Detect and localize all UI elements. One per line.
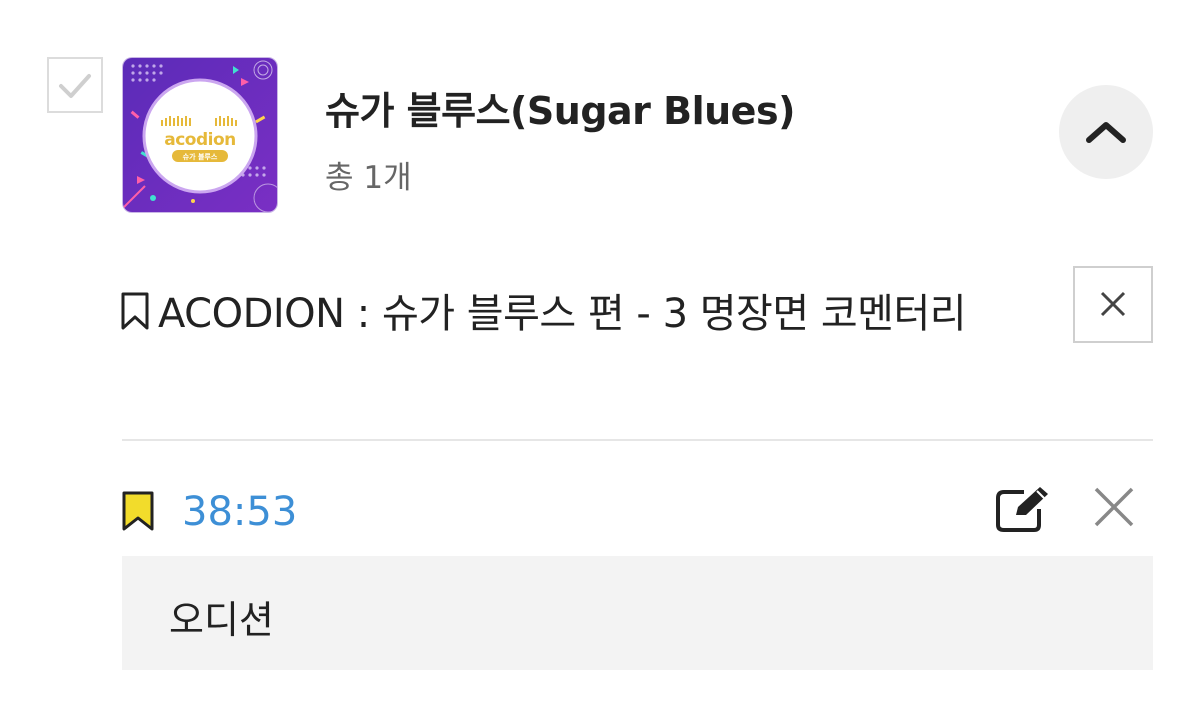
select-checkbox[interactable]	[47, 57, 103, 113]
chevron-up-icon	[1086, 122, 1126, 143]
edit-icon	[996, 487, 1048, 532]
episode-count: 총 1개	[325, 160, 412, 196]
remove-episode-button[interactable]	[1073, 266, 1153, 343]
divider	[122, 439, 1153, 441]
svg-text:슈가 블루스: 슈가 블루스	[183, 152, 218, 161]
collapse-button[interactable]	[1059, 85, 1153, 179]
bookmark-flag-icon	[122, 491, 154, 531]
album-title: 슈가 블루스(Sugar Blues)	[325, 89, 795, 133]
bookmark-memo: 오디션	[122, 556, 1153, 670]
delete-bookmark-button[interactable]	[1092, 485, 1136, 529]
bookmark-outline-icon	[121, 292, 149, 330]
svg-text:acodion: acodion	[164, 130, 236, 150]
edit-button[interactable]	[994, 485, 1054, 533]
memo-text: 오디션	[169, 598, 274, 642]
close-icon	[1094, 487, 1134, 527]
album-cover: acodion 슈가 블루스	[122, 57, 278, 213]
check-icon	[59, 74, 91, 98]
close-icon	[1100, 291, 1126, 317]
episode-row[interactable]: ACODION : 슈가 블루스 편 - 3 명장면 코멘터리	[120, 283, 1050, 345]
bookmark-time[interactable]: 38:53	[182, 489, 297, 535]
episode-title: ACODION : 슈가 블루스 편 - 3 명장면 코멘터리	[158, 291, 967, 337]
